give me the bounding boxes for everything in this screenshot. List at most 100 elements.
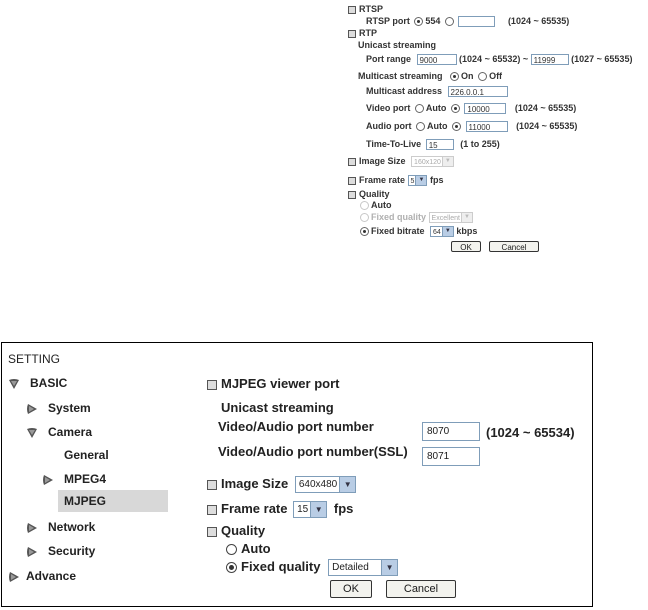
mjpeg-cancel-button[interactable]: Cancel [386,580,456,598]
multicast-on-label: On [461,71,474,81]
av-port-input[interactable]: 8070 [422,422,480,441]
sidebar-item-basic[interactable]: BASIC [8,376,67,390]
audio-port-input[interactable]: 11000 [465,121,508,133]
mjpeg-quality-heading: Quality [207,523,265,538]
mjpeg-fixed-quality-label: Fixed quality [241,559,321,574]
chevron-down-icon: ▼ [441,157,453,167]
mjpeg-image-size-select[interactable]: 640x480 ▼ [294,476,357,494]
rtp-port-range-row: Port range 9000 (1024 ~ 65532) ~ 11999 (… [366,54,633,66]
multicast-label: Multicast streaming [358,71,443,81]
rtsp-port-custom-radio[interactable] [444,17,454,27]
top-fixed-bitrate-row: Fixed bitrate 64 ▼ kbps [360,226,478,238]
quality-section-icon [207,526,217,537]
video-port-auto-radio[interactable] [414,104,424,114]
rtsp-port-default-radio[interactable] [414,17,424,27]
multicast-address-input[interactable]: 226.0.0.1 [447,86,508,98]
multicast-row: Multicast streaming On Off [358,71,503,82]
mjpeg-fixed-quality-row: Fixed quality Detailed ▼ [226,559,399,577]
top-cancel-button[interactable]: Cancel [489,241,539,252]
frame-rate-section-icon [348,176,356,185]
mjpeg-quality-auto-label: Auto [241,541,271,556]
quality-section-icon [348,190,356,199]
multicast-on-radio[interactable] [450,72,460,82]
video-port-row: Video port Auto 10000 (1024 ~ 65535) [366,103,577,115]
sidebar-item-mpeg4[interactable]: MPEG4 [42,472,106,486]
image-size-section-icon [348,157,356,166]
chevron-down-icon: ▼ [460,213,472,223]
rtp-port-from-range: (1024 ~ 65532) ~ [459,54,529,64]
top-fixed-bitrate-radio[interactable] [360,227,369,237]
top-quality-auto-label: Auto [371,200,392,210]
video-port-custom-radio[interactable] [450,104,460,114]
sidebar-item-camera[interactable]: Camera [26,425,92,439]
mjpeg-quality-auto-radio[interactable] [226,544,237,556]
mjpeg-viewer-port-heading: MJPEG viewer port [207,376,339,391]
av-port-label: Video/Audio port number [218,419,374,434]
mjpeg-fixed-quality-radio[interactable] [226,562,237,574]
top-image-size-row: Image Size 160x120 ▼ [348,156,454,168]
ttl-input[interactable]: 15 [425,139,454,151]
rtp-section-icon [348,29,356,38]
sidebar-item-general[interactable]: General [64,448,109,462]
multicast-address-row: Multicast address 226.0.0.1 [366,86,508,98]
rtsp-port-custom-input[interactable] [458,16,496,28]
audio-port-row: Audio port Auto 11000 (1024 ~ 65535) [366,121,577,133]
multicast-off-radio[interactable] [478,72,488,82]
sidebar-item-system[interactable]: System [26,401,91,415]
top-frame-rate-select[interactable]: 5 ▼ [407,175,428,187]
video-port-input[interactable]: 10000 [464,103,507,115]
chevron-down-icon: ▼ [310,502,327,518]
chevron-right-icon [27,403,37,414]
mjpeg-fixed-quality-select[interactable]: Detailed ▼ [328,559,399,577]
rtp-unicast-label: Unicast streaming [358,40,437,50]
rtp-port-range-label: Port range [366,54,412,64]
chevron-down-icon: ▼ [381,560,398,576]
mjpeg-frame-rate-row: Frame rate 15 ▼ fps [207,501,354,519]
viewer-port-section-icon [207,379,217,390]
image-size-section-icon [207,479,217,490]
rtp-port-from-input[interactable]: 9000 [416,54,457,66]
rtp-port-to-input[interactable]: 11999 [530,54,569,66]
chevron-right-icon [27,522,37,533]
top-quality-auto-radio[interactable] [360,201,369,211]
audio-port-custom-radio[interactable] [452,122,462,132]
top-fixed-quality-row: Fixed quality Excellent ▼ [360,212,473,224]
top-fixed-quality-radio[interactable] [360,213,369,223]
video-port-range: (1024 ~ 65535) [514,103,577,113]
multicast-off-label: Off [489,71,503,81]
rtp-port-to-range: (1027 ~ 65535) [571,54,633,64]
top-bitrate-unit: kbps [456,226,478,236]
mjpeg-frame-rate-select[interactable]: 15 ▼ [293,501,328,519]
top-frame-rate-unit: fps [429,175,444,185]
sidebar-item-security[interactable]: Security [26,544,95,558]
av-port-range: (1024 ~ 65534) [486,425,575,440]
av-ssl-port-input[interactable]: 8071 [422,447,480,466]
top-quality-heading: Quality [348,189,390,199]
video-port-auto-label: Auto [425,103,447,113]
mjpeg-ok-button[interactable]: OK [330,580,372,598]
mjpeg-frame-rate-unit: fps [333,501,354,516]
mjpeg-unicast-label: Unicast streaming [221,400,334,415]
top-fixed-quality-select[interactable]: Excellent ▼ [428,212,473,224]
top-bitrate-select[interactable]: 64 ▼ [430,226,454,238]
audio-port-label: Audio port [366,121,412,131]
audio-port-auto-radio[interactable] [416,122,426,132]
top-image-size-select[interactable]: 160x120 ▼ [411,156,454,168]
rtsp-port-label: RTSP port [366,16,410,26]
sidebar-item-mjpeg[interactable]: MJPEG [58,490,168,512]
chevron-right-icon [43,474,53,485]
top-frame-rate-label: Frame rate [359,175,406,185]
chevron-down-icon: ▼ [441,227,453,237]
chevron-right-icon [9,571,19,582]
sidebar-item-advance[interactable]: Advance [8,569,76,583]
av-ssl-port-label: Video/Audio port number(SSL) [218,444,408,459]
mjpeg-image-size-row: Image Size 640x480 ▼ [207,476,357,494]
top-image-size-label: Image Size [359,156,406,166]
top-fixed-quality-label: Fixed quality [371,212,427,222]
top-ok-button[interactable]: OK [451,241,481,252]
top-quality-auto-row: Auto [360,200,392,211]
chevron-down-icon: ▼ [415,176,427,186]
sidebar-item-network[interactable]: Network [26,520,95,534]
rtsp-port-default-label: 554 [425,16,441,26]
rtsp-port-row: RTSP port 554 (1024 ~ 65535) [366,16,569,28]
